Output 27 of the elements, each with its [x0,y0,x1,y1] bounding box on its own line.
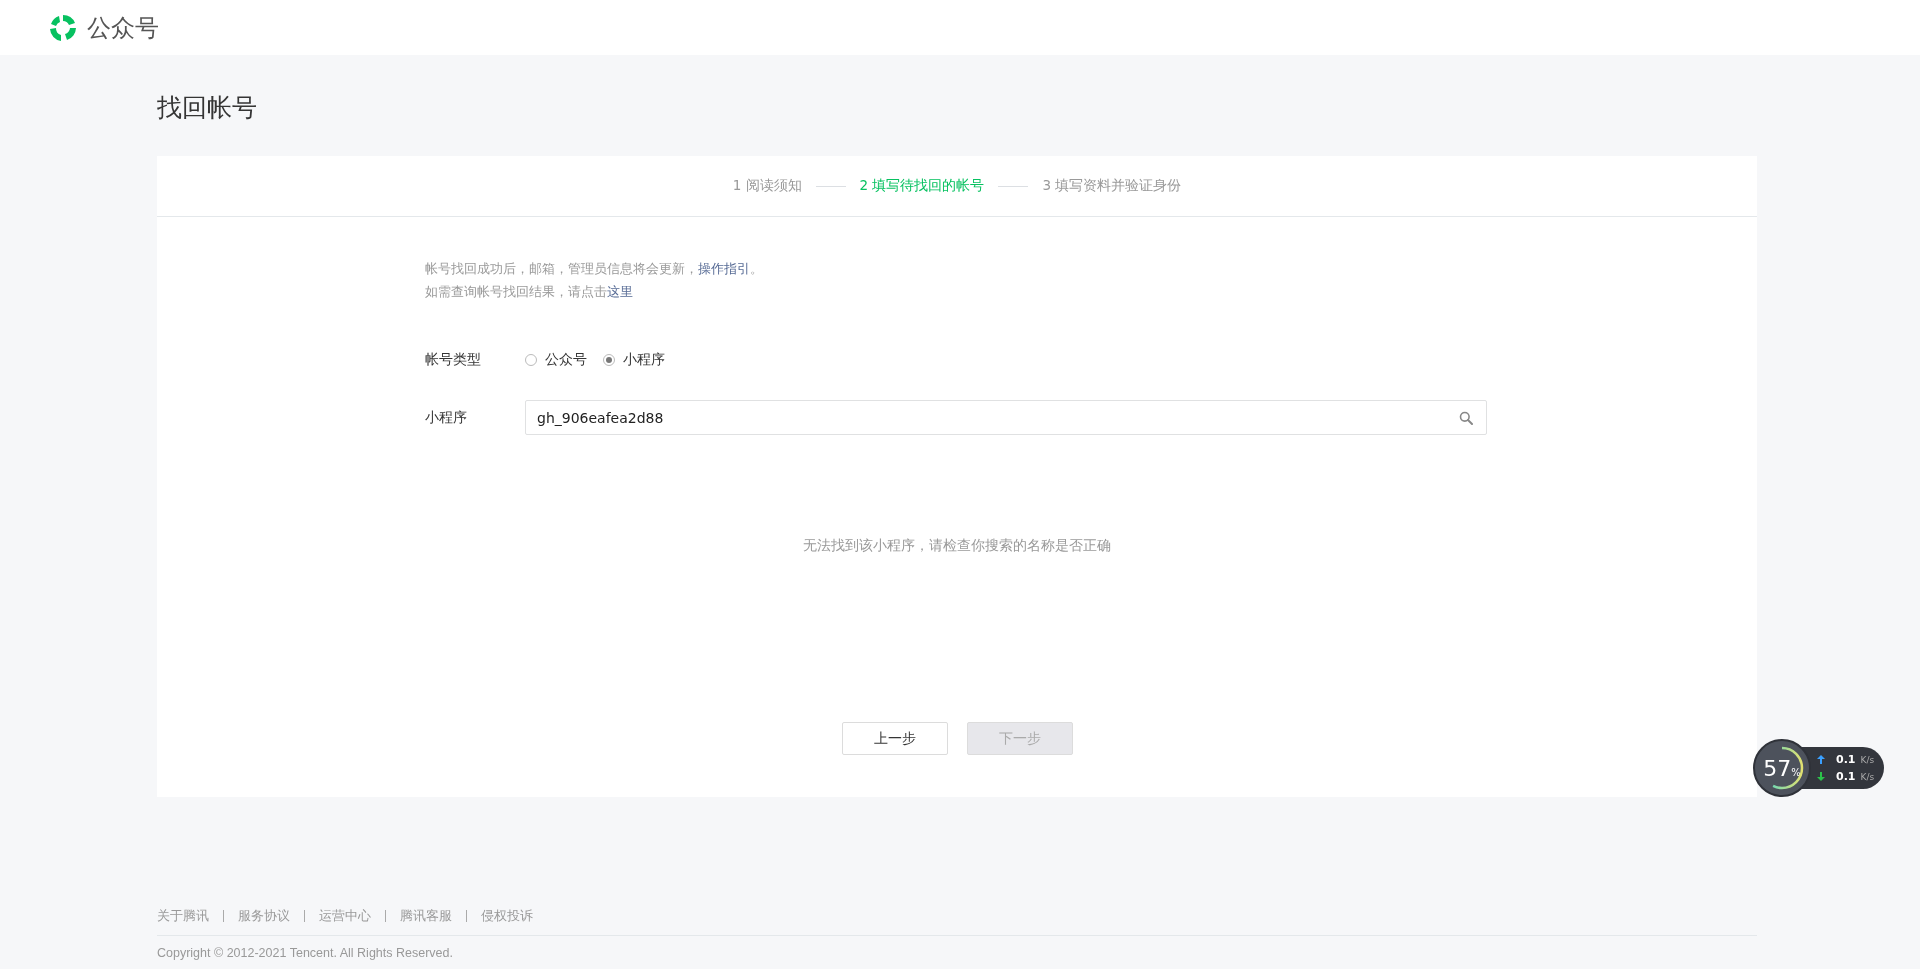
field-label: 帐号类型 [425,351,482,369]
cpu-gauge[interactable]: 57% [1753,739,1811,797]
search-icon[interactable] [1459,411,1473,425]
upload-arrow-icon [1817,755,1825,764]
notice-text: 帐号找回成功后，邮箱，管理员信息将会更新，操作指引。 [425,260,764,278]
speed-unit: K/s [1860,754,1875,765]
copyright-text: Copyright © 2012-2021 Tencent. All Rights Reserved. [157,935,1757,960]
step-label: 2 填写待找回的帐号 [859,177,985,195]
upload-speed: 0.1 [1836,753,1856,766]
percent-value: 57 [1763,755,1792,781]
radio-option[interactable]: 小程序 [603,351,665,369]
field-label: 小程序 [425,408,468,427]
empty-result-message: 无法找到该小程序，请检查你搜索的名称是否正确 [802,537,1112,555]
notice-text: 如需查询帐号找回结果，请点击这里 [425,283,634,301]
help-link[interactable]: 这里 [607,284,633,299]
speed-unit: K/s [1860,771,1875,782]
search-field[interactable]: gh_906eafea2d88 [525,400,1487,435]
percent-sign: % [1791,766,1801,778]
help-link[interactable]: 操作指引 [698,261,750,276]
radio-option[interactable]: 公众号 [525,351,587,369]
previous-button[interactable]: 上一步 [842,722,948,755]
step-label: 3 填写资料并验证身份 [1042,177,1182,195]
step-label: 1 阅读须知 [732,177,802,195]
download-arrow-icon [1817,772,1825,781]
logo-text[interactable]: 公众号 [87,11,159,44]
download-speed: 0.1 [1836,770,1856,783]
page-title: 找回帐号 [157,92,258,124]
